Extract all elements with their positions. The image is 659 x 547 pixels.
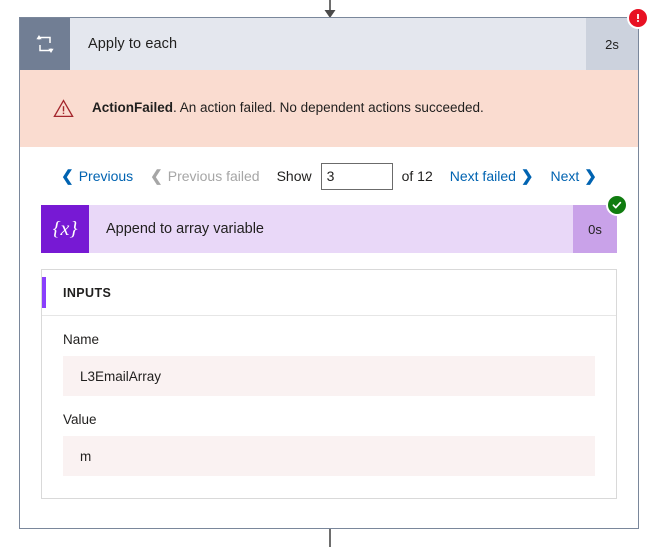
show-index-input[interactable]	[320, 162, 393, 190]
warning-triangle-icon	[50, 99, 76, 118]
previous-failed-label: Previous failed	[167, 168, 260, 184]
chevron-right-icon: ❯	[584, 167, 597, 185]
error-code: ActionFailed	[92, 100, 174, 116]
inputs-card: INPUTS Name L3EmailArray Value m	[41, 269, 617, 499]
input-field-value: Value m	[42, 396, 616, 476]
bottom-connector	[0, 529, 659, 547]
error-banner: ActionFailed. An action failed. No depen…	[20, 70, 638, 147]
input-field-name: Name L3EmailArray	[42, 316, 616, 396]
previous-failed-button[interactable]: ❮ Previous failed	[150, 168, 259, 184]
section-accent-bar	[42, 277, 46, 308]
pager-toolbar: ❮ Previous ❮ Previous failed Show of 12 …	[20, 147, 638, 205]
inputs-section-title: INPUTS	[63, 285, 112, 300]
status-badge-success	[606, 194, 628, 216]
exclamation-icon	[636, 14, 640, 23]
action-header[interactable]: {x} Append to array variable 0s	[41, 194, 628, 253]
arrow-down-icon	[324, 0, 335, 18]
field-value: L3EmailArray	[63, 356, 595, 396]
show-label: Show	[276, 168, 312, 184]
error-detail: . An action failed. No dependent actions…	[173, 100, 484, 116]
field-label: Value	[63, 412, 97, 427]
next-failed-label: Next failed	[449, 168, 516, 184]
inputs-section-header: INPUTS	[42, 270, 616, 316]
next-label: Next	[550, 168, 580, 184]
scope-title: Apply to each	[88, 36, 178, 52]
previous-label: Previous	[78, 168, 134, 184]
field-label: Name	[63, 332, 100, 347]
variable-braces-icon: {x}	[41, 205, 89, 253]
error-message: ActionFailed. An action failed. No depen…	[76, 99, 484, 117]
total-count-label: of 12	[401, 168, 433, 184]
connector-line-icon	[328, 529, 331, 547]
next-button[interactable]: Next ❯	[550, 168, 596, 184]
loop-repeat-icon	[20, 18, 70, 70]
chevron-right-icon: ❯	[520, 167, 534, 185]
field-value: m	[63, 436, 595, 476]
scope-header[interactable]: Apply to each 2s	[20, 7, 649, 70]
chevron-left-icon: ❮	[61, 167, 74, 185]
status-badge-error	[627, 7, 649, 29]
checkmark-icon	[612, 201, 622, 209]
action-title: Append to array variable	[106, 221, 264, 237]
action-card[interactable]: {x} Append to array variable 0s	[41, 194, 628, 253]
next-failed-button[interactable]: Next failed ❯	[450, 168, 534, 184]
chevron-left-icon: ❮	[150, 167, 163, 185]
apply-to-each-scope-card[interactable]: Apply to each 2s ActionFailed. An action…	[19, 7, 649, 529]
previous-button[interactable]: ❮ Previous	[61, 168, 133, 184]
top-connector	[0, 0, 659, 18]
